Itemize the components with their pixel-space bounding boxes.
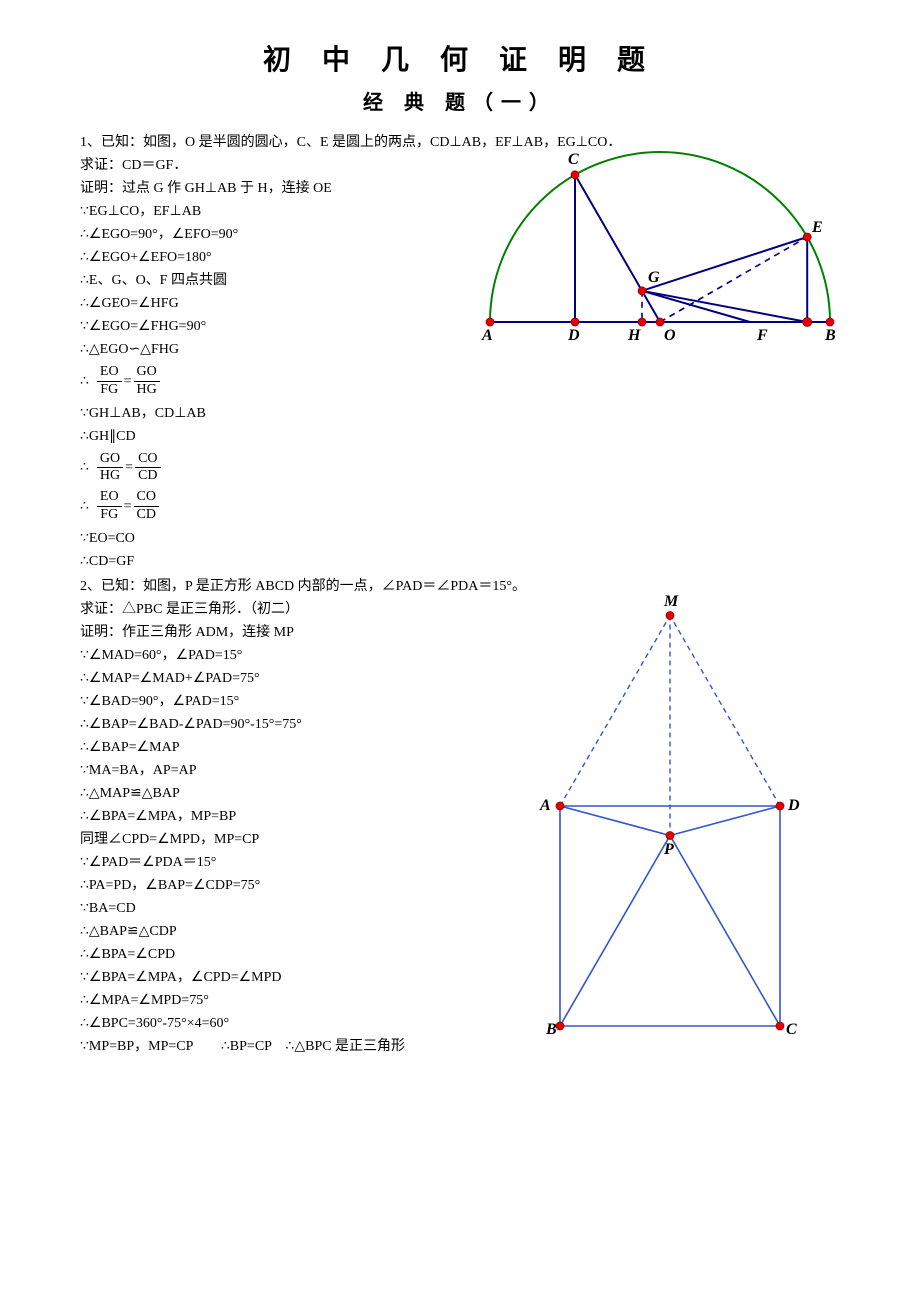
p1-step: ∵EO=CO [80, 528, 840, 549]
therefore-symbol: ∴ [80, 496, 89, 517]
figure-semicircle: A B C D E F G H O [460, 132, 860, 369]
p1-step: ∴CD=GF [80, 551, 840, 572]
frac-den: CD [135, 468, 160, 485]
label-D: D [787, 797, 800, 814]
label-M: M [663, 593, 679, 610]
frac-num: GO [97, 451, 123, 469]
frac-den: HG [97, 468, 123, 485]
p1-frac2: ∴ GOHG = COCD [80, 451, 840, 486]
frac-den: FG [97, 507, 122, 524]
frac-num: CO [134, 489, 159, 507]
figure-square: A D B C P M [520, 576, 820, 1043]
equals: = [124, 371, 132, 392]
equals: = [124, 496, 132, 517]
label-D: D [567, 327, 580, 344]
label-C: C [786, 1021, 797, 1036]
label-H: H [627, 327, 641, 344]
page-title: 初 中 几 何 证 明 题 [80, 40, 840, 82]
equals: = [125, 457, 133, 478]
label-A: A [481, 327, 493, 344]
problem-1: A B C D E F G H O 1、已知：如图，O 是半圆的圆心，C、E 是… [80, 132, 840, 572]
label-A: A [539, 797, 551, 814]
frac-den: CD [134, 507, 159, 524]
problem-2: A D B C P M 2、已知：如图，P 是正方形 ABCD 内部的一点，∠P… [80, 576, 840, 1057]
p1-step: ∵GH⊥AB，CD⊥AB [80, 403, 840, 424]
label-C: C [568, 151, 579, 168]
therefore-symbol: ∴ [80, 457, 89, 478]
frac-num: CO [135, 451, 160, 469]
label-B: B [545, 1021, 557, 1036]
label-O: O [664, 327, 676, 344]
p1-frac1: ∴ EOFG = GOHG [80, 364, 840, 399]
frac-den: FG [97, 382, 122, 399]
label-F: F [756, 327, 768, 344]
frac-num: EO [97, 364, 122, 382]
frac-num: EO [97, 489, 122, 507]
p1-frac3: ∴ EOFG = COCD [80, 489, 840, 524]
page-subtitle: 经 典 题（一） [80, 88, 840, 118]
p1-step: ∴GH∥CD [80, 426, 840, 447]
label-P: P [663, 841, 674, 858]
frac-num: GO [134, 364, 160, 382]
label-E: E [811, 219, 823, 236]
label-G: G [648, 269, 660, 286]
label-B: B [824, 327, 836, 344]
therefore-symbol: ∴ [80, 371, 89, 392]
frac-den: HG [134, 382, 160, 399]
